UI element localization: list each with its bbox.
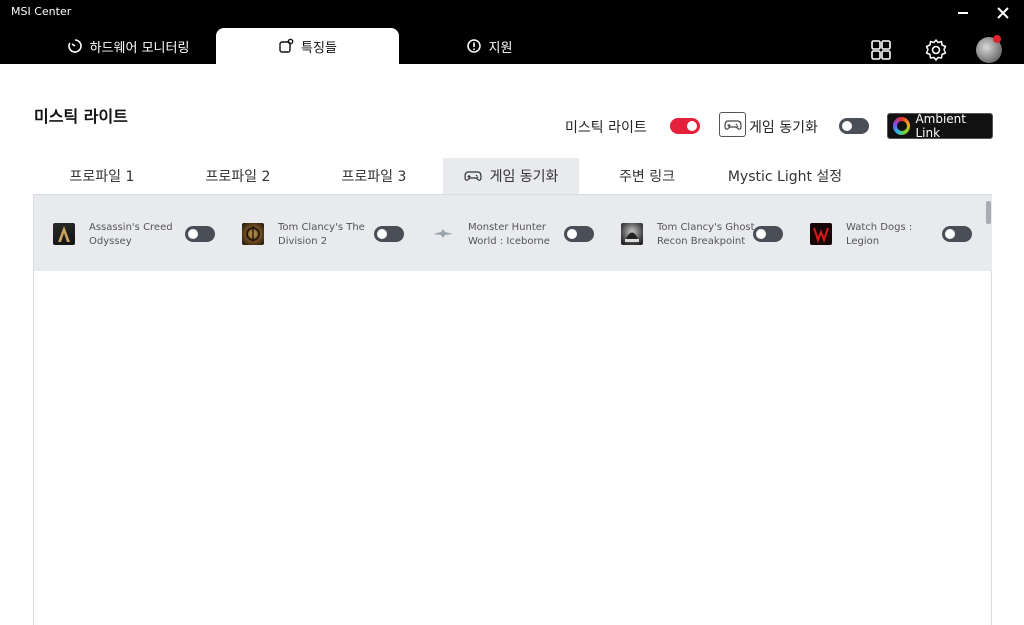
- ambient-link-label: Ambient Link: [915, 112, 966, 140]
- gauge-icon: [67, 39, 82, 53]
- game-item: Tom Clancy's The Division 2: [223, 195, 412, 271]
- game-toggle[interactable]: [564, 226, 594, 242]
- tab-label: 특징들: [301, 40, 337, 56]
- gamepad-icon: [719, 112, 746, 137]
- game-thumbnail: [432, 223, 454, 245]
- tab-label: 주변 링크: [619, 169, 675, 185]
- tab-support[interactable]: 지원: [399, 28, 579, 64]
- settings-button[interactable]: [922, 36, 950, 64]
- tab-label: 프로파일 3: [341, 169, 407, 185]
- game-thumbnail: [242, 223, 264, 245]
- game-name: Tom Clancy's Ghost Recon Breakpoint: [657, 222, 755, 247]
- game-name: Monster Hunter World : Iceborne: [468, 222, 550, 247]
- ambient-link-icon: [893, 117, 911, 135]
- game-name: Assassin's Creed Odyssey: [89, 222, 173, 247]
- page-title: 미스틱 라이트: [34, 107, 128, 126]
- tab-ambient-link[interactable]: 주변 링크: [579, 158, 715, 194]
- tab-label: 프로파일 1: [69, 169, 135, 185]
- tab-label: 하드웨어 모니터링: [89, 40, 190, 56]
- close-icon: [997, 7, 1009, 19]
- tab-label: 지원: [488, 40, 513, 56]
- tab-game-sync[interactable]: 게임 동기화: [443, 158, 579, 194]
- tab-label: 게임 동기화: [489, 169, 559, 185]
- game-item: Assassin's Creed Odyssey: [34, 195, 223, 271]
- game-name: Watch Dogs : Legion: [846, 222, 913, 247]
- game-sync-toggle[interactable]: [839, 118, 869, 134]
- features-icon: [279, 38, 294, 53]
- game-toggle[interactable]: [185, 226, 215, 242]
- mystic-light-toggle[interactable]: [670, 118, 700, 134]
- game-toggle[interactable]: [753, 226, 783, 242]
- game-item: Watch Dogs : Legion: [791, 195, 980, 271]
- game-sync-label: 게임 동기화: [749, 120, 818, 136]
- grid-icon: [871, 40, 891, 60]
- minimize-button[interactable]: [952, 3, 974, 23]
- app-title: MSI Center: [11, 5, 72, 18]
- ambient-link-button[interactable]: Ambient Link: [887, 112, 993, 140]
- tab-hardware-monitoring[interactable]: 하드웨어 모니터링: [40, 28, 216, 64]
- tab-features[interactable]: 특징들: [216, 28, 399, 64]
- grid-button[interactable]: [867, 36, 895, 64]
- mystic-light-label: 미스틱 라이트: [565, 120, 647, 136]
- close-button[interactable]: [992, 3, 1014, 23]
- game-toggle[interactable]: [942, 226, 972, 242]
- tab-profile-1[interactable]: 프로파일 1: [34, 158, 170, 194]
- game-list: Assassin's Creed Odyssey Tom Clancy's Th…: [34, 195, 992, 271]
- title-bar: MSI Center 하드웨어 모니터링 특징들 지원: [0, 0, 1024, 64]
- game-thumbnail: [53, 223, 75, 245]
- gear-icon: [925, 39, 947, 61]
- game-toggle[interactable]: [374, 226, 404, 242]
- game-thumbnail: [621, 223, 643, 245]
- alert-icon: [466, 39, 481, 53]
- tab-profile-2[interactable]: 프로파일 2: [170, 158, 306, 194]
- gamepad-icon: [463, 171, 482, 181]
- game-item: Monster Hunter World : Iceborne: [413, 195, 602, 271]
- game-sync-panel: Assassin's Creed Odyssey Tom Clancy's Th…: [33, 194, 992, 625]
- tab-profile-3[interactable]: 프로파일 3: [306, 158, 442, 194]
- notification-dot: [993, 35, 1001, 43]
- game-item: Tom Clancy's Ghost Recon Breakpoint: [602, 195, 791, 271]
- minimize-icon: [958, 12, 968, 14]
- tab-mystic-light-settings[interactable]: Mystic Light 설정: [715, 158, 855, 194]
- game-name: Tom Clancy's The Division 2: [278, 222, 365, 247]
- game-thumbnail: [810, 223, 832, 245]
- tab-label: 프로파일 2: [205, 169, 271, 185]
- scrollbar[interactable]: [986, 201, 991, 224]
- tab-label: Mystic Light 설정: [727, 169, 843, 185]
